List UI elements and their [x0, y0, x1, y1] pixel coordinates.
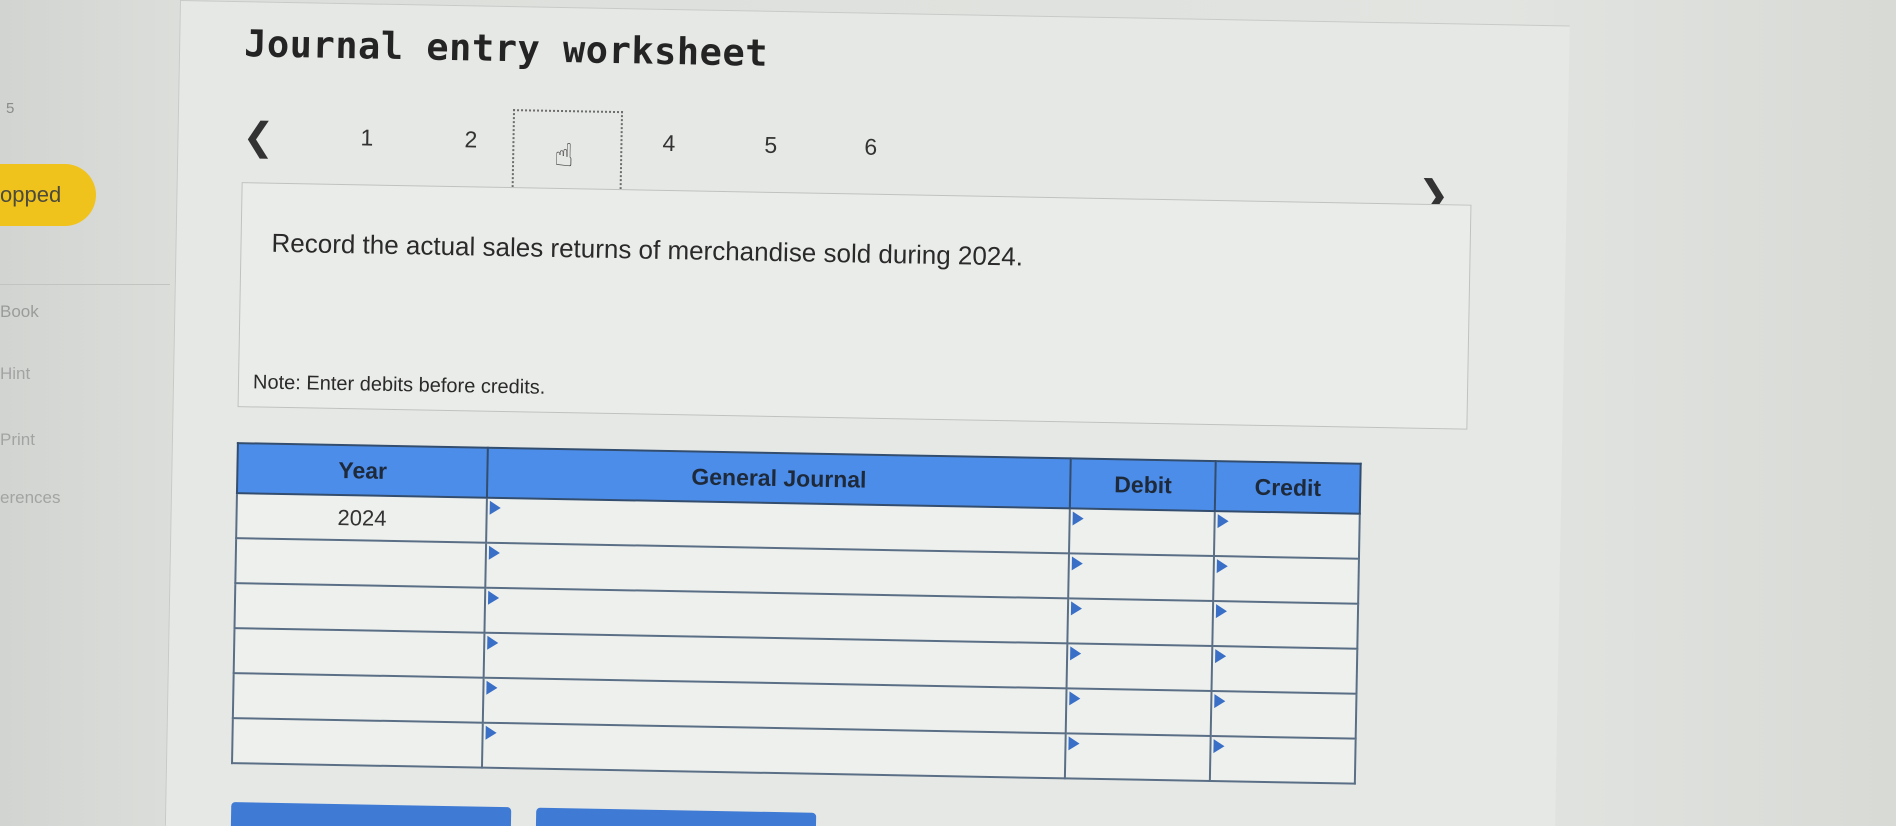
dropdown-marker-icon — [1214, 694, 1226, 709]
credit-cell[interactable] — [1212, 601, 1359, 649]
page-link-6[interactable]: 6 — [864, 134, 877, 161]
worksheet-panel: Journal entry worksheet ❮ 1 2 ☝ 4 5 6 ❯ … — [164, 0, 1570, 826]
credit-cell[interactable] — [1214, 511, 1360, 559]
page-title: Journal entry worksheet — [243, 22, 769, 75]
year-cell[interactable] — [232, 673, 484, 723]
year-cell[interactable] — [234, 583, 486, 633]
dropdown-marker-icon — [1217, 514, 1229, 529]
dropdown-marker-icon — [1070, 646, 1082, 661]
credit-cell[interactable] — [1213, 556, 1359, 604]
page-link-2[interactable]: 2 — [464, 126, 477, 153]
question-text: Record the actual sales returns of merch… — [271, 227, 1024, 272]
dropdown-marker-icon — [487, 590, 499, 605]
page-link-4[interactable]: 4 — [662, 130, 675, 157]
dropdown-marker-icon — [485, 725, 497, 740]
sidebar-item-book[interactable]: Book — [0, 302, 39, 322]
dropdown-marker-icon — [1216, 559, 1229, 574]
year-cell[interactable]: 2024 — [236, 493, 487, 543]
credit-cell[interactable] — [1211, 646, 1358, 694]
hand-pointer-icon: ☝ — [553, 136, 575, 174]
primary-button-right[interactable] — [535, 807, 817, 826]
debit-cell[interactable] — [1067, 598, 1214, 647]
debit-cell[interactable] — [1066, 688, 1212, 737]
dropdown-marker-icon — [1069, 691, 1081, 706]
credit-cell[interactable] — [1210, 691, 1357, 739]
debit-header: Debit — [1070, 458, 1216, 512]
credit-header: Credit — [1214, 461, 1361, 514]
dropdown-marker-icon — [489, 500, 501, 515]
year-cell[interactable] — [233, 628, 485, 678]
dropdown-marker-icon — [1213, 739, 1225, 754]
debit-cell[interactable] — [1065, 733, 1211, 782]
dropdown-marker-icon — [1072, 556, 1084, 571]
chevron-left-icon[interactable]: ❮ — [242, 114, 275, 160]
debit-cell[interactable] — [1069, 508, 1215, 557]
status-badge: opped — [0, 164, 96, 226]
screen: 5 opped Book Hint Print erences Journal … — [0, 0, 1896, 826]
dropdown-marker-icon — [1215, 649, 1227, 664]
year-header: Year — [236, 443, 488, 498]
sidebar: 5 opped Book Hint Print erences — [0, 0, 180, 826]
sidebar-item-print[interactable]: Print — [0, 430, 35, 450]
dropdown-marker-icon — [1068, 736, 1081, 751]
dropdown-marker-icon — [486, 680, 498, 695]
sidebar-divider — [0, 284, 170, 285]
dropdown-marker-icon — [486, 635, 499, 650]
sidebar-item-hint[interactable]: Hint — [0, 364, 30, 384]
note-text: Note: Enter debits before credits. — [252, 371, 546, 399]
year-cell[interactable] — [232, 718, 483, 768]
primary-button-left[interactable] — [230, 802, 512, 826]
account-cell[interactable] — [481, 722, 1067, 779]
dropdown-marker-icon — [488, 545, 500, 560]
journal-table: Year General Journal Debit Credit 2024 — [231, 442, 1362, 785]
sidebar-item-references[interactable]: erences — [0, 488, 60, 508]
dropdown-marker-icon — [1216, 604, 1228, 619]
dropdown-marker-icon — [1072, 511, 1085, 526]
question-box: Record the actual sales returns of merch… — [237, 182, 1472, 430]
page-link-1[interactable]: 1 — [360, 124, 373, 151]
dropdown-marker-icon — [1071, 601, 1083, 616]
credit-cell[interactable] — [1210, 736, 1356, 784]
status-badge-label: opped — [0, 182, 62, 207]
debit-cell[interactable] — [1066, 643, 1213, 692]
sidebar-number: 5 — [6, 100, 15, 117]
debit-cell[interactable] — [1068, 553, 1215, 602]
page-link-5[interactable]: 5 — [764, 132, 777, 159]
year-cell[interactable] — [235, 538, 486, 588]
